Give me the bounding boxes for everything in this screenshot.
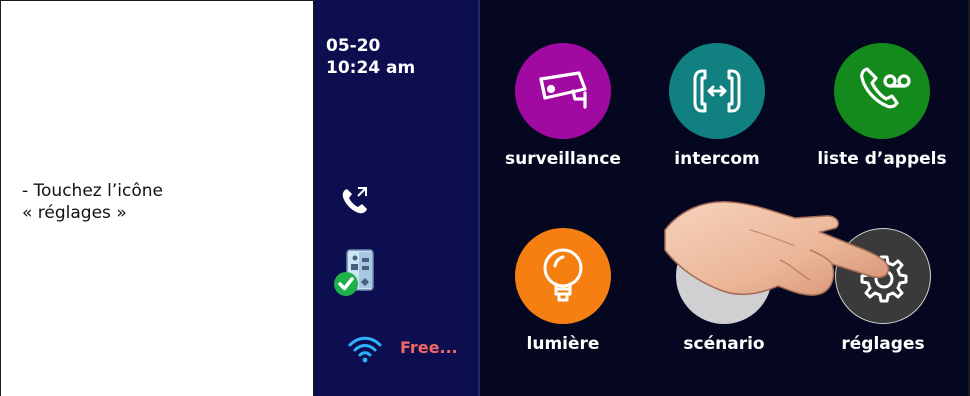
wifi-icon[interactable]	[348, 334, 382, 364]
settings-circle[interactable]	[835, 228, 931, 324]
call-missed-icon[interactable]	[340, 186, 370, 216]
surveillance-circle[interactable]	[515, 43, 611, 139]
light-button[interactable]: lumière	[478, 228, 648, 378]
scenario-label: scénario	[683, 334, 765, 354]
surveillance-button[interactable]: surveillance	[478, 43, 648, 193]
light-circle[interactable]	[515, 228, 611, 324]
intercom-circle[interactable]	[669, 43, 765, 139]
scenario-circle[interactable]	[676, 228, 772, 324]
instruction-line-1: - Touchez l’icône	[22, 181, 163, 201]
door-station-connected-icon	[334, 249, 374, 296]
gear-icon	[860, 255, 908, 303]
bulb-icon	[543, 248, 583, 302]
settings-label: réglages	[841, 334, 925, 354]
instruction-line-2: « réglages »	[22, 203, 127, 223]
camera-icon	[539, 71, 587, 109]
call-list-label: liste d’appels	[817, 149, 947, 169]
intercom-button[interactable]: intercom	[632, 43, 802, 193]
date-display: 05-20	[326, 36, 381, 56]
instruction-text: - Touchez l’icône « réglages »	[22, 180, 302, 224]
time-display: 10:24 am	[326, 58, 416, 78]
intercom-icon	[693, 69, 741, 113]
light-label: lumière	[526, 334, 600, 354]
voicemail-call-icon	[860, 67, 911, 109]
settings-button[interactable]: réglages	[798, 228, 968, 378]
call-list-button[interactable]: liste d’appels	[797, 43, 967, 193]
intercom-label: intercom	[674, 149, 760, 169]
surveillance-label: surveillance	[505, 149, 621, 169]
scenario-button[interactable]: scénario	[639, 228, 809, 378]
wifi-network-name: Free...	[400, 338, 458, 357]
call-list-circle[interactable]	[834, 43, 930, 139]
